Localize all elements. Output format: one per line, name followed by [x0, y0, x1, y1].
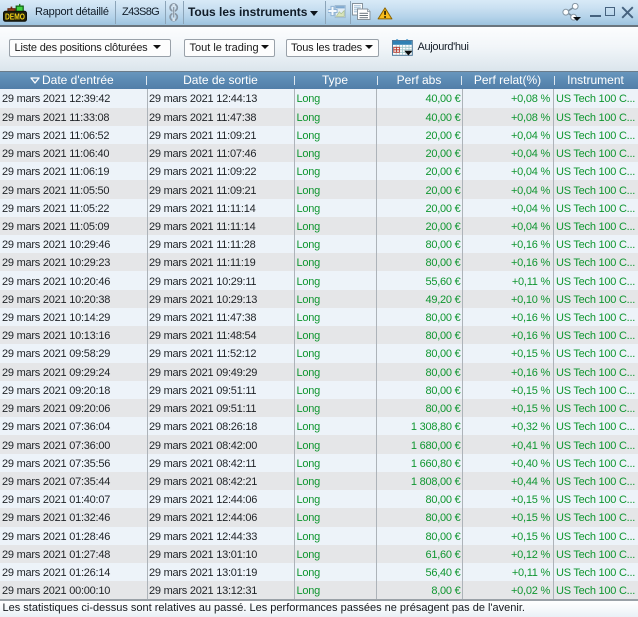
svg-text:DEMO: DEMO — [5, 12, 25, 21]
